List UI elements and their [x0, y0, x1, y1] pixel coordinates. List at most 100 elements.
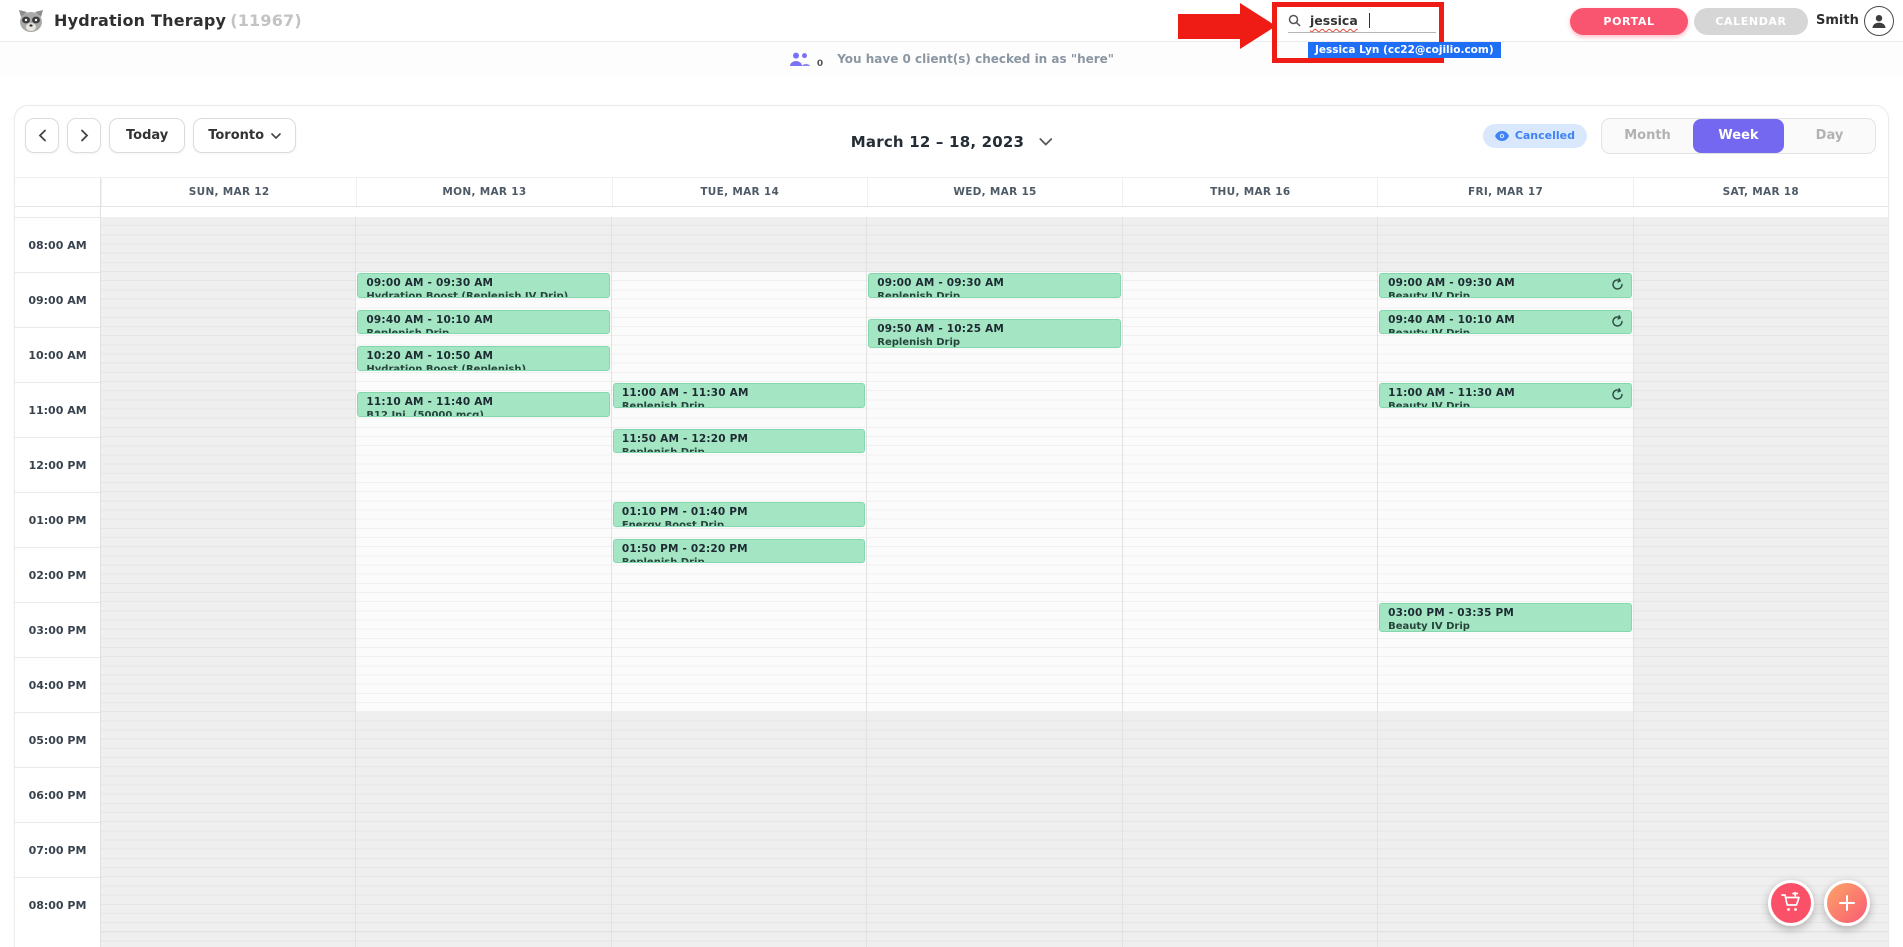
next-week-button[interactable] — [67, 118, 101, 153]
plus-icon — [1837, 893, 1857, 913]
day-header-1: MON, MAR 13 — [356, 178, 611, 206]
appointment-time: 09:40 AM - 10:10 AM — [1388, 314, 1622, 326]
time-label: 04:00 PM — [15, 657, 100, 712]
user-avatar[interactable] — [1864, 6, 1894, 36]
view-month-button[interactable]: Month — [1602, 119, 1693, 153]
chevron-down-icon — [1039, 138, 1052, 146]
appointment-time: 01:10 PM - 01:40 PM — [622, 506, 856, 518]
recurring-icon — [1611, 315, 1624, 328]
working-hours-lane — [356, 272, 610, 712]
calendar-card: Today Toronto March 12 – 18, 2023 Cancel… — [14, 105, 1889, 947]
appointment-block[interactable]: 09:50 AM - 10:25 AMReplenish Drip — [868, 319, 1120, 348]
view-day-button[interactable]: Day — [1784, 119, 1875, 153]
time-label: 06:00 PM — [15, 767, 100, 822]
cart-plus-icon — [1780, 892, 1802, 914]
day-header-corner — [15, 178, 101, 206]
raccoon-logo-icon — [18, 8, 44, 34]
appointment-time: 09:00 AM - 09:30 AM — [1388, 277, 1622, 289]
appointment-block[interactable]: 01:10 PM - 01:40 PM Energy Boost Drip — [613, 502, 865, 527]
appointment-service: Hydration Boost (Replenish IV Drip) — [366, 291, 600, 298]
appointment-block[interactable]: 10:20 AM - 10:50 AM Hydration Boost (Repl… — [357, 346, 609, 371]
date-range-picker[interactable]: March 12 – 18, 2023 — [851, 106, 1052, 177]
appointment-service: Beauty IV Drip — [1388, 328, 1622, 335]
working-hours-lane — [612, 272, 866, 712]
appointment-service: Energy Boost Drip — [622, 520, 856, 527]
appointment-block[interactable]: 11:10 AM - 11:40 AMB12 Inj. (50000 mcg) — [357, 392, 609, 417]
cart-fab-button[interactable] — [1768, 880, 1814, 926]
appointment-block[interactable]: 11:00 AM - 11:30 AM Replenish Drip — [613, 383, 865, 408]
appointment-service: Replenish Drip — [877, 337, 1111, 348]
time-label: 02:00 PM — [15, 547, 100, 602]
time-label: 05:00 PM — [15, 712, 100, 767]
appointment-block[interactable]: 09:00 AM - 09:30 AM Beauty IV Drip — [1379, 273, 1631, 298]
appointment-time: 11:00 AM - 11:30 AM — [622, 387, 856, 399]
appointment-service: Replenish Drip — [622, 401, 856, 408]
day-column-5[interactable]: 09:00 AM - 09:30 AM Beauty IV Drip 09:40 … — [1377, 207, 1632, 947]
appointment-service: Replenish Drip — [622, 447, 856, 454]
day-column-0[interactable] — [101, 207, 355, 947]
appointment-time: 11:00 AM - 11:30 AM — [1388, 387, 1622, 399]
calendar-button[interactable]: CALENDAR — [1694, 8, 1808, 35]
recurring-icon — [1611, 278, 1624, 291]
day-header-2: TUE, MAR 14 — [612, 178, 867, 206]
user-name-label: Smith — [1816, 0, 1859, 42]
time-label: 11:00 AM — [15, 382, 100, 437]
appointment-time: 09:00 AM - 09:30 AM — [366, 277, 600, 289]
appointment-block[interactable]: 03:00 PM - 03:35 PMBeauty IV Drip — [1379, 603, 1631, 632]
time-label: 03:00 PM — [15, 602, 100, 657]
annotation-arrow-head — [1240, 3, 1276, 49]
day-column-3[interactable]: 09:00 AM - 09:30 AMReplenish Drip09:50 A… — [866, 207, 1121, 947]
time-label: 01:00 PM — [15, 492, 100, 547]
today-button[interactable]: Today — [109, 118, 185, 153]
appointment-block[interactable]: 01:50 PM - 02:20 PMReplenish Drip — [613, 539, 865, 564]
day-column-1[interactable]: 09:00 AM - 09:30 AM Hydration Boost (Repl… — [355, 207, 610, 947]
top-bar: Hydration Therapy(11967) jessica PORTAL … — [0, 0, 1903, 42]
appointment-service: Beauty IV Drip — [1388, 621, 1622, 632]
day-header-0: SUN, MAR 12 — [101, 178, 356, 206]
grid-top-strip — [101, 207, 1888, 217]
page-title: Hydration Therapy(11967) — [54, 0, 302, 42]
appointment-service: Replenish Drip — [366, 328, 600, 335]
appointment-block[interactable]: 09:00 AM - 09:30 AM Hydration Boost (Repl… — [357, 273, 609, 298]
time-label: 07:00 PM — [15, 822, 100, 877]
search-suggestion-item[interactable]: Jessica Lyn (cc22@cojilio.com) — [1308, 42, 1501, 58]
eye-icon — [1495, 131, 1509, 141]
day-column-2[interactable]: 11:00 AM - 11:30 AMReplenish Drip11:50 A… — [611, 207, 866, 947]
time-gutter: 08:00 AM09:00 AM10:00 AM11:00 AM12:00 PM… — [15, 207, 101, 947]
time-label: 10:00 AM — [15, 327, 100, 382]
checkin-status-bar: 0 You have 0 client(s) checked in as "he… — [0, 42, 1903, 76]
checkin-message: You have 0 client(s) checked in as "here… — [837, 52, 1114, 66]
working-hours-lane — [1378, 272, 1632, 712]
annotation-arrow-tail — [1178, 14, 1242, 39]
day-column-4[interactable] — [1122, 207, 1377, 947]
day-header-row: SUN, MAR 12MON, MAR 13TUE, MAR 14WED, MA… — [15, 177, 1888, 207]
day-header-4: THU, MAR 16 — [1122, 178, 1377, 206]
week-grid: 08:00 AM09:00 AM10:00 AM11:00 AM12:00 PM… — [15, 207, 1888, 947]
day-header-5: FRI, MAR 17 — [1377, 178, 1632, 206]
appointment-time: 09:00 AM - 09:30 AM — [877, 277, 1111, 289]
appointment-service: Hydration Boost (Replenish) — [366, 364, 600, 371]
prev-week-button[interactable] — [25, 118, 59, 153]
appointment-service: Beauty IV Drip — [1388, 291, 1622, 298]
appointment-block[interactable]: 09:00 AM - 09:30 AMReplenish Drip — [868, 273, 1120, 298]
appointment-time: 10:20 AM - 10:50 AM — [366, 350, 600, 362]
search-query-text: jessica — [1310, 13, 1358, 28]
appointment-time: 11:10 AM - 11:40 AM — [366, 396, 600, 408]
text-cursor — [1369, 13, 1371, 28]
appointment-block[interactable]: 11:00 AM - 11:30 AMBeauty IV Drip — [1379, 383, 1631, 408]
view-week-button[interactable]: Week — [1693, 119, 1784, 153]
appointment-block[interactable]: 11:50 AM - 12:20 PM Replenish Drip — [613, 429, 865, 454]
location-dropdown[interactable]: Toronto — [193, 118, 296, 153]
cancelled-filter-toggle[interactable]: Cancelled — [1483, 124, 1587, 148]
appointment-block[interactable]: 09:40 AM - 10:10 AMReplenish Drip — [357, 310, 609, 335]
appointment-time: 11:50 AM - 12:20 PM — [622, 433, 856, 445]
portal-button[interactable]: PORTAL — [1570, 8, 1688, 35]
time-label: 08:00 AM — [15, 217, 100, 272]
search-icon — [1288, 14, 1301, 27]
appointment-block[interactable]: 09:40 AM - 10:10 AM Beauty IV Drip — [1379, 310, 1631, 335]
add-appointment-fab-button[interactable] — [1824, 880, 1870, 926]
client-search-input[interactable]: jessica — [1288, 9, 1436, 33]
time-label: 08:00 PM — [15, 877, 100, 932]
day-header-3: WED, MAR 15 — [867, 178, 1122, 206]
day-column-6[interactable] — [1633, 207, 1888, 947]
